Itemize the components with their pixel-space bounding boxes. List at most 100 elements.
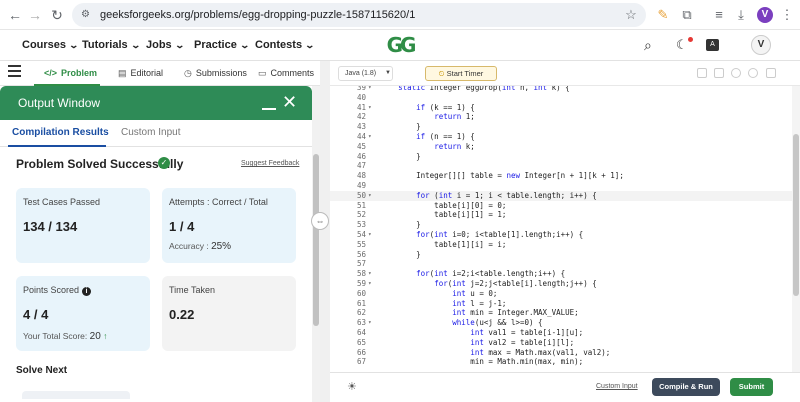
tab-comments[interactable]: ▭ Comments (258, 61, 314, 86)
tab-editorial[interactable]: ▤ Editorial (118, 61, 163, 86)
back-arrow-icon[interactable]: ← (6, 6, 24, 24)
next-problem-card[interactable] (22, 391, 130, 399)
code-text: int max = Math.max(val1, val2); (470, 347, 611, 357)
code-line[interactable]: 40 (330, 93, 792, 103)
compile-run-button[interactable]: Compile & Run (652, 378, 720, 396)
paste-icon[interactable] (714, 68, 724, 78)
code-line[interactable]: 57 (330, 259, 792, 269)
code-text: while(u<j && l>=0) { (452, 318, 543, 328)
fold-arrow-icon[interactable]: ▾ (368, 230, 372, 240)
line-number: 45 (356, 141, 366, 151)
code-line[interactable]: 44 ▾ if (n == 1) { (330, 132, 792, 142)
code-line[interactable]: 66 int max = Math.max(val1, val2); (330, 348, 792, 358)
code-editor[interactable]: 39 ▾ static Integer eggDrop(int n, int k)… (330, 86, 792, 372)
fold-arrow-icon[interactable]: ▾ (368, 103, 372, 113)
output-scrollbar-thumb[interactable] (313, 154, 319, 326)
code-line[interactable]: 63 ▾ while(u<j && l>=0) { (330, 318, 792, 328)
line-number: 64 (356, 328, 366, 337)
code-line[interactable]: 41 ▾ if (k == 1) { (330, 103, 792, 113)
code-line[interactable]: 54 ▾ for(int i=0; i<table[1].length;i++) … (330, 230, 792, 240)
fullscreen-icon[interactable] (766, 68, 776, 78)
code-line[interactable]: 49 (330, 181, 792, 191)
code-line[interactable]: 46 } (330, 152, 792, 162)
code-line[interactable]: 61 int l = j-1; (330, 299, 792, 309)
bookmark-star-icon[interactable]: ☆ (622, 6, 640, 24)
fold-arrow-icon[interactable]: ▾ (368, 269, 372, 279)
code-text: int val1 = table[i-1][u]; (470, 328, 584, 337)
extension-pen-icon[interactable]: ✎ (654, 6, 672, 24)
download-icon[interactable]: ⤓ (732, 6, 750, 24)
code-line[interactable]: 65 int val2 = table[i][l]; (330, 338, 792, 348)
gfg-logo[interactable]: GG (380, 34, 420, 56)
reading-list-icon[interactable]: ≡ (710, 6, 728, 24)
browser-profile-avatar[interactable]: V (757, 7, 773, 23)
total-score-label: Your Total Score: (23, 331, 88, 341)
code-line[interactable]: 60 int u = 0; (330, 289, 792, 299)
code-line[interactable]: 47 (330, 161, 792, 171)
reload-icon[interactable]: ↻ (48, 6, 66, 24)
line-number: 44 (356, 132, 366, 141)
close-icon[interactable]: ✕ (282, 92, 297, 112)
resize-handle-icon[interactable]: ⇔ (311, 212, 329, 230)
user-avatar[interactable]: V (751, 35, 771, 55)
code-line[interactable]: 42 return 1; (330, 112, 792, 122)
tab-custom-input[interactable]: Custom Input (121, 120, 180, 146)
lightbulb-icon[interactable]: ☀ (347, 380, 357, 393)
address-bar[interactable]: ⚙ geeksforgeeks.org/problems/egg-droppin… (72, 3, 646, 27)
code-text: min = Math.min(max, min); (380, 357, 584, 367)
panel-divider[interactable] (320, 61, 330, 402)
code-line[interactable]: 50 ▾ for (int i = 1; i < table.length; i+… (330, 190, 792, 201)
tab-compilation-results[interactable]: Compilation Results (12, 120, 109, 146)
copy-icon[interactable] (697, 68, 707, 78)
line-number: 43 (356, 122, 366, 132)
menu-practice[interactable]: Practice ⌄ (194, 30, 250, 61)
fold-arrow-icon[interactable]: ▾ (368, 279, 372, 289)
settings-icon[interactable] (731, 68, 741, 78)
points-label: Points Scored (23, 285, 80, 295)
code-line[interactable]: 48 Integer[][] table = new Integer[n + 1… (330, 171, 792, 181)
search-icon[interactable]: ⌕ (644, 37, 652, 54)
code-line[interactable]: 51 table[i][0] = 0; (330, 201, 792, 211)
fold-arrow-icon[interactable]: ▾ (368, 191, 372, 201)
menu-jobs[interactable]: Jobs ⌄ (146, 30, 185, 61)
line-number: 67 (356, 357, 366, 367)
tab-editorial-label: Editorial (130, 68, 164, 78)
start-timer-button[interactable]: ⏲ Start Timer (425, 66, 497, 81)
code-line[interactable]: 58 ▾ for(int i=2;i<table.length;i++) { (330, 269, 792, 279)
info-icon[interactable]: i (82, 287, 92, 296)
tab-problem[interactable]: </> Problem (44, 61, 97, 86)
reset-icon[interactable] (748, 68, 758, 78)
accuracy-label: Accuracy : (169, 241, 209, 251)
menu-tutorials[interactable]: Tutorials ⌄ (82, 30, 141, 61)
code-line[interactable]: 52 table[i][1] = 1; (330, 210, 792, 220)
code-line[interactable]: 64 int val1 = table[i-1][u]; (330, 328, 792, 338)
translate-icon[interactable]: A (706, 39, 719, 51)
forward-arrow-icon[interactable]: → (26, 6, 44, 24)
editor-scrollbar-thumb[interactable] (793, 134, 799, 296)
custom-input-link[interactable]: Custom Input (596, 383, 638, 390)
suggest-feedback-link[interactable]: Suggest Feedback (241, 160, 299, 167)
code-line[interactable]: 53 } (330, 220, 792, 230)
submit-button[interactable]: Submit (730, 378, 773, 396)
extensions-puzzle-icon[interactable]: ⧉ (678, 6, 696, 24)
fold-arrow-icon[interactable]: ▾ (368, 318, 372, 328)
code-line[interactable]: 59 ▾ for(int j=2;j<table[i].length;j++) { (330, 279, 792, 289)
code-text: } (380, 122, 421, 132)
notification-dot (688, 37, 693, 42)
code-line[interactable]: 56 } (330, 250, 792, 260)
dark-mode-icon[interactable]: ☾ (676, 37, 688, 53)
code-line[interactable]: 62 int min = Integer.MAX_VALUE; (330, 308, 792, 318)
minimize-icon[interactable] (262, 90, 276, 110)
hamburger-menu-icon[interactable] (8, 65, 21, 67)
code-line[interactable]: 43 } (330, 122, 792, 132)
browser-menu-icon[interactable]: ⋮ (778, 6, 796, 24)
language-select[interactable]: Java (1.8) ▼ (338, 66, 393, 81)
code-line[interactable]: 45 return k; (330, 142, 792, 152)
menu-contests[interactable]: Contests ⌄ (255, 30, 315, 61)
code-line[interactable]: 55 table[1][i] = i; (330, 240, 792, 250)
menu-courses[interactable]: Courses ⌄ (22, 30, 79, 61)
code-line[interactable]: 67 min = Math.min(max, min); (330, 357, 792, 367)
site-info-icon[interactable]: ⚙ (81, 9, 90, 20)
tab-submissions[interactable]: ◷ Submissions (184, 61, 247, 86)
fold-arrow-icon[interactable]: ▾ (368, 132, 372, 142)
